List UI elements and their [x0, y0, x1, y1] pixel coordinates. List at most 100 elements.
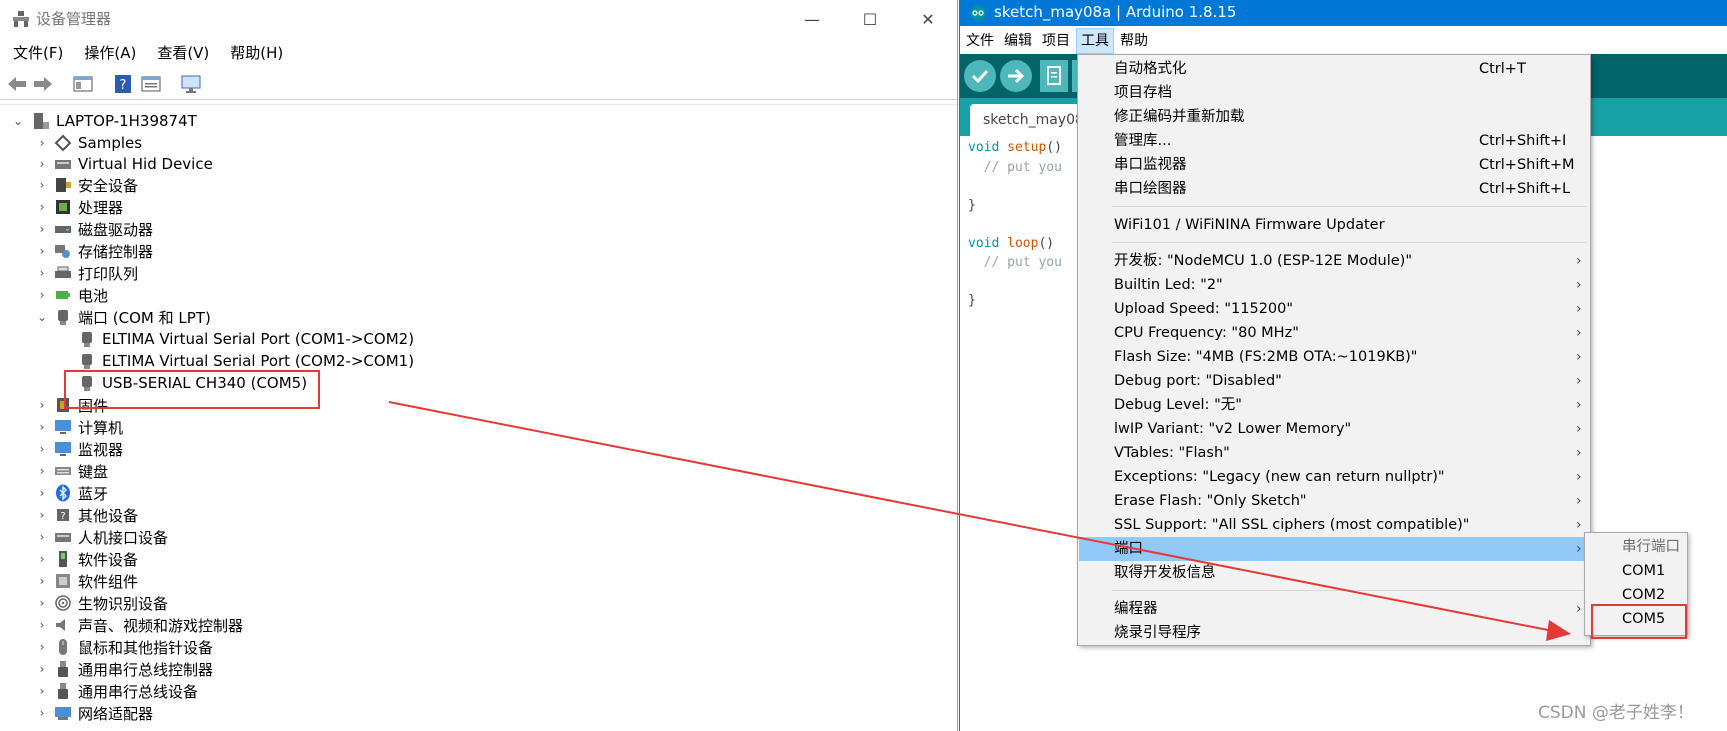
tree-category[interactable]: 监视器: [54, 438, 123, 460]
expand-chevron-icon[interactable]: ›: [36, 575, 48, 587]
tree-category-ports[interactable]: 端口 (COM 和 LPT): [54, 306, 211, 328]
expand-chevron-icon[interactable]: ›: [36, 421, 48, 433]
menu-tools[interactable]: 工具: [1076, 28, 1114, 54]
expand-chevron-icon[interactable]: ›: [36, 245, 48, 257]
menu-item-cpu-frequency[interactable]: CPU Frequency: "80 MHz" ›: [1079, 321, 1589, 345]
menu-item-archive-sketch[interactable]: 项目存档: [1079, 81, 1589, 105]
menu-item-serial-monitor[interactable]: 串口监视器 Ctrl+Shift+M: [1079, 153, 1589, 177]
expand-chevron-icon[interactable]: ›: [36, 289, 48, 301]
device-tree[interactable]: ⌄ LAPTOP-1H39874T › Samples › Virtual Hi…: [0, 104, 957, 731]
port-option-com1[interactable]: COM1: [1586, 559, 1686, 583]
menu-file[interactable]: 文件: [962, 28, 998, 54]
expand-chevron-icon[interactable]: ›: [36, 707, 48, 719]
expand-chevron-icon[interactable]: ›: [36, 509, 48, 521]
menu-item-debug-port[interactable]: Debug port: "Disabled" ›: [1079, 369, 1589, 393]
expand-chevron-icon[interactable]: ›: [36, 201, 48, 213]
menu-sketch[interactable]: 项目: [1038, 28, 1074, 54]
expand-chevron-icon[interactable]: ›: [36, 267, 48, 279]
tree-category[interactable]: Samples: [54, 132, 142, 154]
menu-item-serial-plotter[interactable]: 串口绘图器 Ctrl+Shift+L: [1079, 177, 1589, 201]
tree-category[interactable]: 鼠标和其他指针设备: [54, 636, 213, 658]
menu-action[interactable]: 操作(A): [71, 40, 144, 66]
tree-category[interactable]: 软件设备: [54, 548, 138, 570]
menu-item-flash-size[interactable]: Flash Size: "4MB (FS:2MB OTA:~1019KB)" ›: [1079, 345, 1589, 369]
menu-item-debug-level[interactable]: Debug Level: "无" ›: [1079, 393, 1589, 417]
menu-item-board-info[interactable]: 取得开发板信息: [1079, 561, 1589, 585]
tree-category[interactable]: 生物识别设备: [54, 592, 168, 614]
help-icon[interactable]: ?: [112, 74, 134, 94]
view-resources-icon[interactable]: [140, 74, 162, 94]
tree-root-computer[interactable]: LAPTOP-1H39874T: [32, 110, 197, 132]
expand-chevron-icon[interactable]: ›: [36, 179, 48, 191]
minimize-button[interactable]: —: [783, 0, 841, 38]
expand-chevron-icon[interactable]: ›: [36, 223, 48, 235]
menu-item-manage-libraries[interactable]: 管理库... Ctrl+Shift+I: [1079, 129, 1589, 153]
tree-category[interactable]: 电池: [54, 284, 108, 306]
expand-chevron-icon[interactable]: ›: [36, 465, 48, 477]
tree-category[interactable]: 处理器: [54, 196, 123, 218]
port-device-item[interactable]: ELTIMA Virtual Serial Port (COM1->COM2): [78, 328, 414, 350]
tree-category[interactable]: 网络适配器: [54, 702, 153, 724]
tree-category[interactable]: Virtual Hid Device: [54, 153, 213, 175]
arduino-titlebar[interactable]: sketch_may08a | Arduino 1.8.15: [960, 0, 1727, 26]
back-arrow-icon[interactable]: [6, 74, 28, 94]
menu-item-fix-encoding[interactable]: 修正编码并重新加载: [1079, 105, 1589, 129]
close-button[interactable]: ✕: [899, 0, 957, 38]
tree-category[interactable]: 人机接口设备: [54, 526, 168, 548]
menu-item-board[interactable]: 开发板: "NodeMCU 1.0 (ESP-12E Module)" ›: [1079, 249, 1589, 273]
sketch-tab[interactable]: sketch_may08a: [970, 104, 1080, 136]
expand-chevron-icon[interactable]: ›: [36, 663, 48, 675]
expand-chevron-icon[interactable]: ›: [36, 685, 48, 697]
tree-category[interactable]: 蓝牙: [54, 482, 108, 504]
menu-item-ssl-support[interactable]: SSL Support: "All SSL ciphers (most comp…: [1079, 513, 1589, 537]
properties-panel-icon[interactable]: [72, 74, 94, 94]
tree-category[interactable]: 软件组件: [54, 570, 138, 592]
menu-item-firmware-updater[interactable]: WiFi101 / WiFiNINA Firmware Updater: [1079, 213, 1589, 237]
menu-item-erase-flash[interactable]: Erase Flash: "Only Sketch" ›: [1079, 489, 1589, 513]
menu-item-builtin-led[interactable]: Builtin Led: "2" ›: [1079, 273, 1589, 297]
forward-arrow-icon[interactable]: [32, 74, 54, 94]
menu-file[interactable]: 文件(F): [0, 40, 71, 66]
menu-item-port[interactable]: 端口 ›: [1079, 537, 1589, 561]
collapse-chevron-icon[interactable]: ⌄: [12, 115, 24, 127]
expand-chevron-icon[interactable]: ›: [36, 597, 48, 609]
tree-category[interactable]: 安全设备: [54, 174, 138, 196]
expand-chevron-icon[interactable]: ›: [36, 137, 48, 149]
tree-category[interactable]: 存储控制器: [54, 240, 153, 262]
device-manager-titlebar[interactable]: 设备管理器 — ☐ ✕: [0, 0, 957, 38]
expand-chevron-icon[interactable]: ›: [36, 553, 48, 565]
new-sketch-button[interactable]: [1040, 60, 1068, 92]
expand-chevron-icon[interactable]: ›: [36, 443, 48, 455]
menu-item-exceptions[interactable]: Exceptions: "Legacy (new can return null…: [1079, 465, 1589, 489]
menu-item-programmer[interactable]: 编程器 ›: [1079, 597, 1589, 621]
expand-chevron-icon[interactable]: ›: [36, 619, 48, 631]
menu-item-burn-bootloader[interactable]: 烧录引导程序: [1079, 621, 1589, 645]
maximize-button[interactable]: ☐: [841, 0, 899, 38]
menu-item-auto-format[interactable]: 自动格式化 Ctrl+T: [1079, 57, 1589, 81]
expand-chevron-icon[interactable]: ›: [36, 641, 48, 653]
tree-category[interactable]: 计算机: [54, 416, 123, 438]
verify-button[interactable]: [964, 60, 996, 92]
expand-chevron-icon[interactable]: ›: [36, 487, 48, 499]
menu-edit[interactable]: 编辑: [1000, 28, 1036, 54]
tree-category[interactable]: 通用串行总线设备: [54, 680, 198, 702]
expand-chevron-icon[interactable]: ›: [36, 531, 48, 543]
tree-category[interactable]: 键盘: [54, 460, 108, 482]
tree-category[interactable]: 磁盘驱动器: [54, 218, 153, 240]
menu-help[interactable]: 帮助: [1116, 28, 1152, 54]
menu-item-upload-speed[interactable]: Upload Speed: "115200" ›: [1079, 297, 1589, 321]
expand-chevron-icon[interactable]: ›: [36, 158, 48, 170]
tree-category[interactable]: 通用串行总线控制器: [54, 658, 213, 680]
tree-category[interactable]: 打印队列: [54, 262, 138, 284]
menu-item-lwip-variant[interactable]: lwIP Variant: "v2 Lower Memory" ›: [1079, 417, 1589, 441]
collapse-chevron-icon[interactable]: ⌄: [36, 311, 48, 323]
menu-help[interactable]: 帮助(H): [217, 40, 291, 66]
menu-item-vtables[interactable]: VTables: "Flash" ›: [1079, 441, 1589, 465]
tree-category[interactable]: ? 其他设备: [54, 504, 138, 526]
menu-view[interactable]: 查看(V): [144, 40, 217, 66]
expand-chevron-icon[interactable]: ›: [36, 399, 48, 411]
port-device-item[interactable]: ELTIMA Virtual Serial Port (COM2->COM1): [78, 350, 414, 372]
scan-hardware-icon[interactable]: [180, 74, 202, 94]
upload-button[interactable]: [1000, 60, 1032, 92]
tree-category[interactable]: 声音、视频和游戏控制器: [54, 614, 243, 636]
